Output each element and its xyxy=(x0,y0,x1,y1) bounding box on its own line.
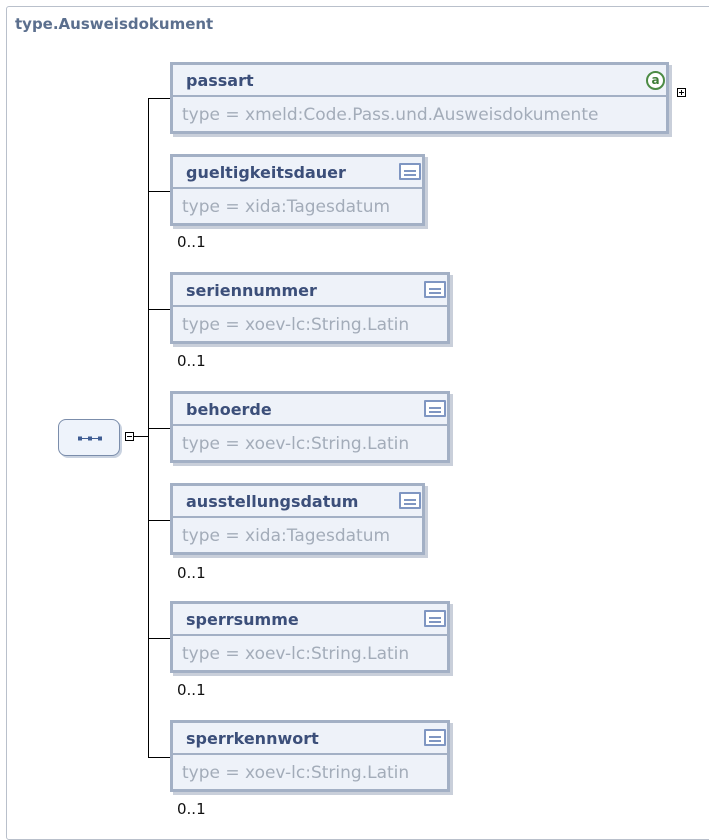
expand-passart-toggle[interactable] xyxy=(677,88,686,97)
element-name: seriennummer xyxy=(186,281,317,300)
sequence-compositor-icon xyxy=(78,436,102,441)
connector-branch xyxy=(148,98,170,99)
collapse-sequence-toggle[interactable] xyxy=(125,432,134,441)
element-type: type = xoev-lc:String.Latin xyxy=(182,434,410,454)
element-type: type = xoev-lc:String.Latin xyxy=(182,644,410,664)
element-name: gueltigkeitsdauer xyxy=(186,163,346,182)
connector-branch xyxy=(148,638,170,639)
element-node-passart[interactable]: passart a type = xmeld:Code.Pass.und.Aus… xyxy=(170,62,669,134)
connector-branch xyxy=(148,428,170,429)
occurrence-label: 0..1 xyxy=(177,352,206,370)
sequence-compositor[interactable] xyxy=(58,419,120,456)
occurrence-label: 0..1 xyxy=(177,800,206,818)
documentation-icon xyxy=(399,492,421,509)
connector-line xyxy=(134,436,148,437)
occurrence-label: 0..1 xyxy=(177,233,206,251)
element-node-gueltigkeitsdauer[interactable]: gueltigkeitsdauer type = xida:Tagesdatum xyxy=(170,154,425,226)
diagram-title: type.Ausweisdokument xyxy=(15,15,214,33)
element-node-sperrkennwort[interactable]: sperrkennwort type = xoev-lc:String.Lati… xyxy=(170,720,450,792)
element-name: passart xyxy=(186,71,254,90)
documentation-icon xyxy=(424,610,446,627)
connector-branch xyxy=(148,520,170,521)
documentation-icon xyxy=(424,400,446,417)
documentation-icon xyxy=(399,163,421,180)
occurrence-label: 0..1 xyxy=(177,564,206,582)
element-node-behoerde[interactable]: behoerde type = xoev-lc:String.Latin xyxy=(170,391,450,463)
occurrence-label: 0..1 xyxy=(177,681,206,699)
element-type: type = xida:Tagesdatum xyxy=(182,197,391,217)
element-node-sperrsumme[interactable]: sperrsumme type = xoev-lc:String.Latin xyxy=(170,601,450,673)
element-node-ausstellungsdatum[interactable]: ausstellungsdatum type = xida:Tagesdatum xyxy=(170,483,425,555)
element-name: sperrsumme xyxy=(186,610,299,629)
element-type: type = xoev-lc:String.Latin xyxy=(182,763,410,783)
element-type: type = xida:Tagesdatum xyxy=(182,526,391,546)
connector-branch xyxy=(148,191,170,192)
element-name: behoerde xyxy=(186,400,272,419)
documentation-icon xyxy=(424,729,446,746)
element-name: ausstellungsdatum xyxy=(186,492,359,511)
element-node-seriennummer[interactable]: seriennummer type = xoev-lc:String.Latin xyxy=(170,272,450,344)
element-type: type = xoev-lc:String.Latin xyxy=(182,315,410,335)
connector-branch xyxy=(148,309,170,310)
attribute-icon: a xyxy=(646,71,665,90)
documentation-icon xyxy=(424,281,446,298)
element-type: type = xmeld:Code.Pass.und.Ausweisdokume… xyxy=(182,105,599,125)
element-name: sperrkennwort xyxy=(186,729,319,748)
connector-branch xyxy=(148,757,170,758)
